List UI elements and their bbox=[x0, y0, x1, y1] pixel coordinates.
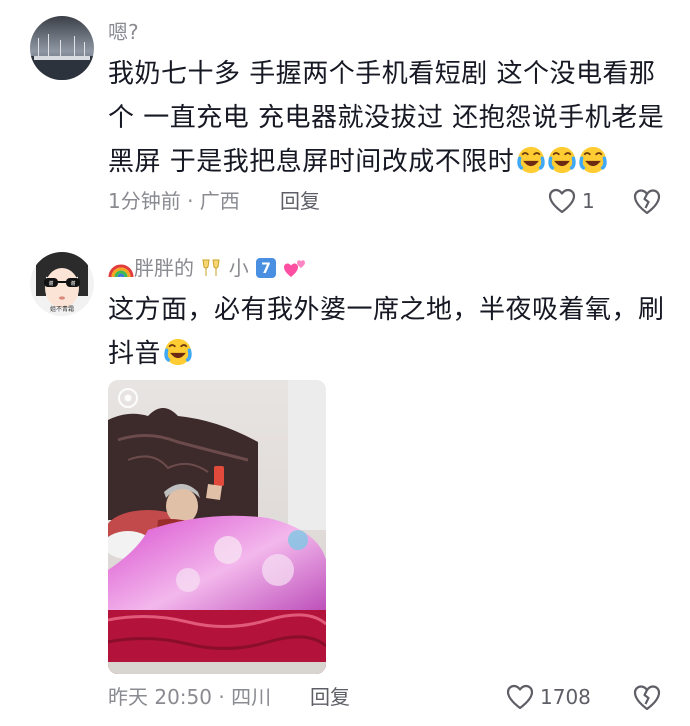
like-button[interactable]: 1 bbox=[548, 186, 595, 216]
reply-button[interactable]: 回复 bbox=[310, 682, 350, 712]
username-text: 小 bbox=[228, 256, 249, 280]
avatar-caption: 姐不青霜 bbox=[50, 305, 74, 313]
broken-heart-icon[interactable] bbox=[632, 186, 662, 216]
username-text: 胖胖的 bbox=[134, 256, 194, 280]
like-count: 1708 bbox=[540, 685, 591, 709]
svg-text:谢: 谢 bbox=[48, 280, 53, 287]
comment-text-line-with-emoji: 黑屏 于是我把息屏时间改成不限时 bbox=[108, 140, 668, 184]
two-hearts-emoji bbox=[284, 260, 306, 277]
rainbow-emoji bbox=[108, 264, 134, 278]
heart-outline-icon bbox=[548, 188, 576, 214]
comment-text: 我奶七十多 手握两个手机看短剧 这个没电看那 个 一直充电 充电器就没拔过 还抱… bbox=[108, 52, 668, 184]
reply-button[interactable]: 回复 bbox=[280, 186, 320, 216]
comment-text-line: 个 一直充电 充电器就没拔过 还抱怨说手机老是 bbox=[108, 103, 665, 133]
laugh-cry-emoji bbox=[517, 146, 545, 174]
number-seven-badge: 7 bbox=[255, 257, 277, 279]
comment-text-line: 这方面，必有我外婆一席之地，半夜吸着氧，刷 bbox=[108, 295, 665, 325]
comment-username[interactable]: 嗯? bbox=[108, 18, 139, 46]
like-button[interactable]: 1708 bbox=[506, 682, 591, 712]
svg-text:谢: 谢 bbox=[70, 280, 75, 287]
comment-time-location: 1分钟前 · 广西 bbox=[108, 189, 240, 213]
comment-time-location: 昨天 20:50 · 四川 bbox=[108, 685, 272, 709]
laugh-cry-emoji bbox=[548, 146, 576, 174]
svg-text:7: 7 bbox=[261, 261, 271, 277]
broken-heart-icon[interactable] bbox=[632, 682, 662, 712]
clinking-glasses-emoji bbox=[202, 259, 220, 276]
comment-text-line: 抖音 bbox=[108, 339, 162, 369]
comment-text-line: 我奶七十多 手握两个手机看短剧 这个没电看那 bbox=[108, 59, 656, 89]
girl-sunglasses-avatar[interactable]: 谢 谢 姐不青霜 bbox=[30, 252, 94, 316]
heart-outline-icon bbox=[506, 684, 534, 710]
comment-text-line: 黑屏 于是我把息屏时间改成不限时 bbox=[108, 147, 515, 177]
harbor-photo-avatar[interactable] bbox=[30, 16, 94, 80]
laugh-cry-emoji bbox=[164, 338, 192, 366]
like-count: 1 bbox=[582, 189, 595, 213]
comment-text-line-with-emoji: 抖音 bbox=[108, 332, 668, 376]
laugh-cry-emoji bbox=[579, 146, 607, 174]
grandma-in-bed-photo[interactable] bbox=[108, 380, 326, 674]
comment-username[interactable]: 胖胖的 小 7 bbox=[108, 254, 309, 282]
comment-text: 这方面，必有我外婆一席之地，半夜吸着氧，刷 抖音 bbox=[108, 288, 668, 376]
